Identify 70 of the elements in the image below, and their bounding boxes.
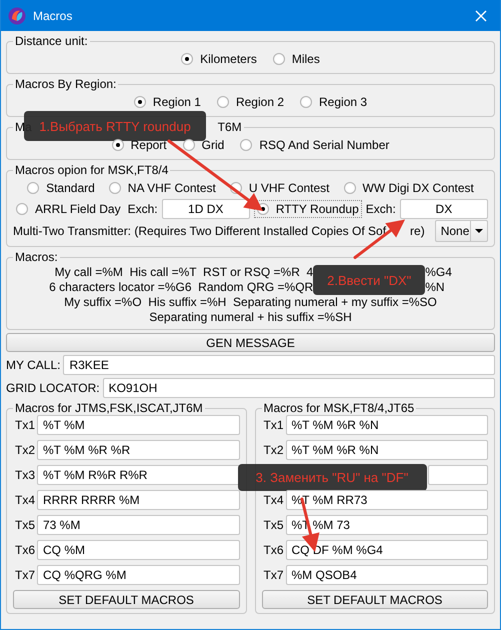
radio-option[interactable]: Report [108,136,170,154]
field-label: Tx7 [262,568,284,582]
group-title: Macros: [15,250,58,264]
field-label: Tx6 [14,543,35,557]
field-label: Exch: [128,202,158,216]
field-label: Tx1 [262,418,284,432]
app-icon [8,6,26,24]
help-text: %N [425,280,446,295]
field-label: Multi-Two Transmitter: (Requires Two Different Installed Copies Of Sof [13,224,386,238]
callout: 2.Ввести "DX" [313,265,426,295]
radio-option[interactable]: Region 1 [130,92,204,110]
set-default-button[interactable]: SET DEFAULT MACROS [262,590,488,609]
macro-field[interactable]: CQ %M [37,540,240,560]
set-default-button[interactable]: SET DEFAULT MACROS [13,590,240,609]
field-label: Tx5 [14,518,35,532]
radio-option[interactable]: Region 3 [297,92,370,110]
field-label: GRID LOCATOR: [6,381,100,395]
grid-locator-field[interactable]: KO91OH [102,378,495,398]
radio-option[interactable]: Region 2 [214,92,288,110]
help-text: 6 characters locator =%G6 Random QRG =%QR [49,280,314,295]
macro-field[interactable]: 73 %M [37,515,240,535]
macro-field[interactable]: %M QSOB4 [286,565,488,585]
help-text: My suffix =%O His suffix =%H Separating numeral + my suffix =%SO [63,295,438,310]
macro-field[interactable] [428,465,488,485]
radio-option[interactable]: Miles [270,50,323,68]
radio-option[interactable]: RSQ And Serial Number [237,136,392,154]
radio-option[interactable]: Standard [24,178,98,196]
field-label: Tx6 [262,543,284,557]
group-title: Macros for MSK,FT8/4,JT65 [264,401,414,415]
field-label: Tx5 [262,518,284,532]
help-text: Separating numeral + his suffix =%SH [148,310,353,325]
arrow [354,220,406,259]
macro-field[interactable]: CQ %QRG %M [37,565,240,585]
radio-option[interactable]: NA VHF Contest [106,178,219,196]
radio-option[interactable]: Kilometers [178,50,260,68]
macro-field[interactable]: %T %M R%R R%R [37,465,240,485]
exchange-field[interactable]: 1D DX [162,198,250,218]
macro-field[interactable]: RRRR RRRR %M [37,490,240,510]
close-icon[interactable] [475,10,487,22]
macro-field[interactable]: %T %M %R %N [286,440,488,460]
help-text: %G4 [425,265,452,280]
field-label: Tx2 [262,443,284,457]
radio-option[interactable]: ARRL Field Day [13,200,124,218]
field-label: Exch: [366,202,396,216]
radio-option[interactable]: U VHF Contest [226,178,333,196]
dropdown[interactable]: None [434,220,488,242]
field-label: Tx7 [14,568,35,582]
field-label: re) [410,224,425,238]
window-title: Macros [33,8,74,22]
macro-field[interactable]: %T %M %R %R [37,440,240,460]
radio-option[interactable]: Grid [180,136,228,154]
field-label: MY CALL: [6,358,60,372]
field-label: Tx4 [262,493,284,507]
radio-option[interactable]: WW Digi DX Contest [340,178,477,196]
callout: 3. Заменить "RU" на "DF" [238,464,426,491]
macro-field[interactable]: %T %M %R %N [286,415,488,435]
field-label: Tx1 [14,418,35,432]
group-title: Macros By Region: [15,77,116,91]
help-text: My call =%M His call =%T RST or RSQ =%R 4 [54,265,314,280]
group-title: Distance unit: [15,34,88,48]
field-label: Tx3 [14,468,35,482]
field-label: Tx2 [14,443,35,457]
macro-field[interactable]: %T %M [37,415,240,435]
group-title: Macros opion for MSK,FT8/4 [15,163,168,177]
field-label: Tx4 [14,493,35,507]
group-title: Macros for JTMS,FSK,ISCAT,JT6M [15,401,203,415]
my-call-field[interactable]: R3KEE [63,355,495,375]
group-title: T6M [218,120,242,134]
exchange-field[interactable]: DX [400,198,488,218]
gen-message-button[interactable]: GEN MESSAGE [6,333,495,352]
